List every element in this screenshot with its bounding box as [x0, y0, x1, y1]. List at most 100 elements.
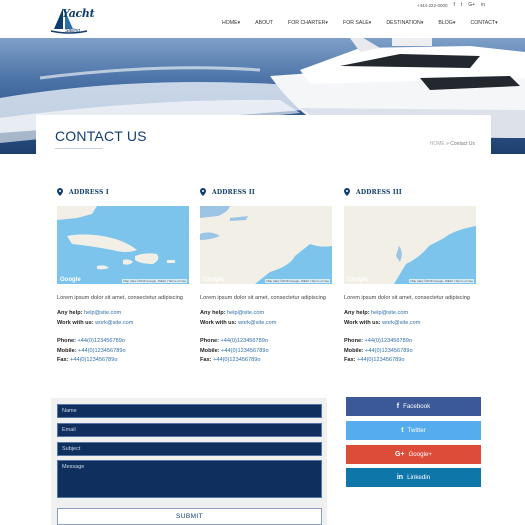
address-description: Lorem ipsum dolor sit amet, consectetur …	[57, 295, 183, 301]
nav-for-sale[interactable]: FOR SALE▾	[343, 20, 371, 26]
address-title: ADDRESS III	[356, 188, 402, 196]
address-heading: ADDRESS III	[344, 187, 476, 197]
nav-about[interactable]: ABOUT	[255, 20, 273, 26]
contact-details: Any help: help@site.com Work with us: wo…	[200, 309, 332, 366]
address-card-1: ADDRESS I Google Map data ©2016 Google, …	[57, 187, 189, 366]
map-caribbean	[57, 206, 175, 270]
message-placeholder: Message	[62, 464, 85, 470]
map-embed[interactable]: Google Map data ©2016 Google, INEGI | Te…	[344, 206, 476, 284]
name-field[interactable]: Name	[57, 404, 322, 418]
help-email-link[interactable]: help@site.com	[84, 310, 121, 316]
map-credit[interactable]: Map data ©2016 Google, INEGI | Terms of …	[265, 279, 330, 283]
mobile-link[interactable]: +44(0)123456789o	[365, 348, 412, 354]
header-phone: +444-222-0000	[416, 2, 448, 8]
chevron-down-icon: ▾	[452, 20, 456, 26]
map-mid-atlantic	[344, 206, 476, 284]
email-placeholder: Email	[62, 427, 76, 433]
map-embed[interactable]: Google Map data ©2016 Google, INEGI | Te…	[200, 206, 332, 284]
work-label: Work with us:	[344, 319, 381, 326]
contact-details: Any help: help@site.com Work with us: wo…	[57, 309, 189, 366]
map-credit[interactable]: Map data ©2016 Google, INEGI | Terms of …	[409, 279, 474, 283]
facebook-icon[interactable]: f	[454, 2, 455, 8]
map-pin-icon	[57, 188, 63, 196]
phone-link[interactable]: +44(0)123456789o	[221, 338, 268, 344]
logo-subtext: Sailing	[65, 28, 81, 34]
submit-button[interactable]: SUBMIT	[57, 508, 322, 525]
map-pin-icon	[200, 188, 206, 196]
twitter-icon[interactable]: t	[461, 2, 462, 8]
fax-link[interactable]: +44(0)123456789o	[213, 357, 260, 363]
breadcrumb-separator: »	[446, 141, 449, 147]
work-email-link[interactable]: work@site.com	[238, 320, 276, 326]
nav-blog[interactable]: BLOG▾	[438, 20, 455, 26]
page-title: CONTACT US	[55, 128, 147, 144]
message-field[interactable]: Message	[57, 460, 322, 498]
mobile-label: Mobile:	[200, 347, 220, 354]
google-plus-icon[interactable]: G+	[468, 2, 475, 8]
chevron-down-icon: ▾	[325, 20, 329, 26]
google-plus-button[interactable]: G+ Google+	[346, 445, 481, 464]
nav-for-charter[interactable]: FOR CHARTER▾	[288, 20, 328, 26]
address-title: ADDRESS I	[69, 188, 109, 196]
work-email-link[interactable]: work@site.com	[95, 320, 133, 326]
linkedin-icon[interactable]: in	[481, 2, 485, 8]
address-heading: ADDRESS II	[200, 187, 332, 197]
linkedin-button[interactable]: in Linkedin	[346, 468, 481, 487]
address-heading: ADDRESS I	[57, 187, 189, 197]
name-placeholder: Name	[62, 408, 77, 414]
map-pin-icon	[344, 188, 350, 196]
twitter-button[interactable]: t Twitter	[346, 421, 481, 440]
google-plus-icon: G+	[394, 451, 405, 458]
chevron-down-icon: ▾	[495, 20, 498, 26]
map-embed[interactable]: Google Map data ©2016 Google, INEGI | Te…	[57, 206, 189, 284]
twitter-label: Twitter	[407, 427, 426, 434]
phone-link[interactable]: +44(0)123456789o	[365, 338, 412, 344]
chevron-down-icon: ▾	[237, 20, 241, 26]
work-label: Work with us:	[200, 319, 237, 326]
title-divider	[55, 148, 103, 149]
chevron-down-icon: ▾	[420, 20, 424, 26]
mobile-label: Mobile:	[344, 347, 364, 354]
google-plus-label: Google+	[408, 451, 433, 458]
fax-label: Fax:	[57, 357, 69, 363]
breadcrumb-current: Contact Us	[450, 141, 475, 147]
phone-label: Phone:	[200, 338, 219, 344]
map-northeast-us	[200, 206, 332, 284]
breadcrumb-home[interactable]: HOME	[430, 141, 445, 147]
nav-destination[interactable]: DESTINATION▾	[386, 20, 423, 26]
google-logo: Google	[60, 277, 81, 283]
site-header: Yacht Sailing +444-222-0000 f t G+ in HO…	[0, 0, 525, 38]
page-title-box: CONTACT US HOME » Contact Us	[36, 115, 491, 155]
map-credit[interactable]: Map data ©2016 Google, INEGI | Terms of …	[122, 279, 187, 283]
fax-label: Fax:	[344, 357, 356, 363]
address-description: Lorem ipsum dolor sit amet, consectetur …	[200, 295, 326, 301]
facebook-button[interactable]: f Facebook	[346, 397, 481, 416]
breadcrumb: HOME » Contact Us	[430, 141, 475, 147]
address-card-3: ADDRESS III Google Map data ©2016 Google…	[344, 187, 476, 366]
help-email-link[interactable]: help@site.com	[227, 310, 264, 316]
mobile-link[interactable]: +44(0)123456789o	[221, 348, 268, 354]
help-label: Any help:	[57, 310, 83, 316]
work-email-link[interactable]: work@site.com	[382, 320, 420, 326]
fax-link[interactable]: +44(0)123456789o	[70, 357, 117, 363]
work-label: Work with us:	[57, 319, 94, 326]
linkedin-icon: in	[396, 474, 404, 481]
submit-label: SUBMIT	[176, 513, 203, 520]
subject-field[interactable]: Subject	[57, 442, 322, 456]
twitter-icon: t	[401, 427, 404, 434]
nav-home[interactable]: HOME▾	[222, 20, 240, 26]
help-label: Any help:	[200, 310, 226, 316]
mobile-link[interactable]: +44(0)123456789o	[78, 348, 125, 354]
address-description: Lorem ipsum dolor sit amet, consectetur …	[344, 295, 470, 301]
phone-label: Phone:	[344, 338, 363, 344]
phone-link[interactable]: +44(0)123456789o	[78, 338, 125, 344]
logo-text: Yacht	[62, 7, 95, 20]
nav-contact[interactable]: CONTACT▾	[470, 20, 497, 26]
fax-link[interactable]: +44(0)123456789o	[357, 357, 404, 363]
phone-label: Phone:	[57, 338, 76, 344]
help-email-link[interactable]: help@site.com	[371, 310, 408, 316]
address-card-2: ADDRESS II Google Map data ©2016 Google,…	[200, 187, 332, 366]
mobile-label: Mobile:	[57, 347, 77, 354]
google-logo: Google	[203, 277, 224, 283]
email-field[interactable]: Email	[57, 423, 322, 437]
